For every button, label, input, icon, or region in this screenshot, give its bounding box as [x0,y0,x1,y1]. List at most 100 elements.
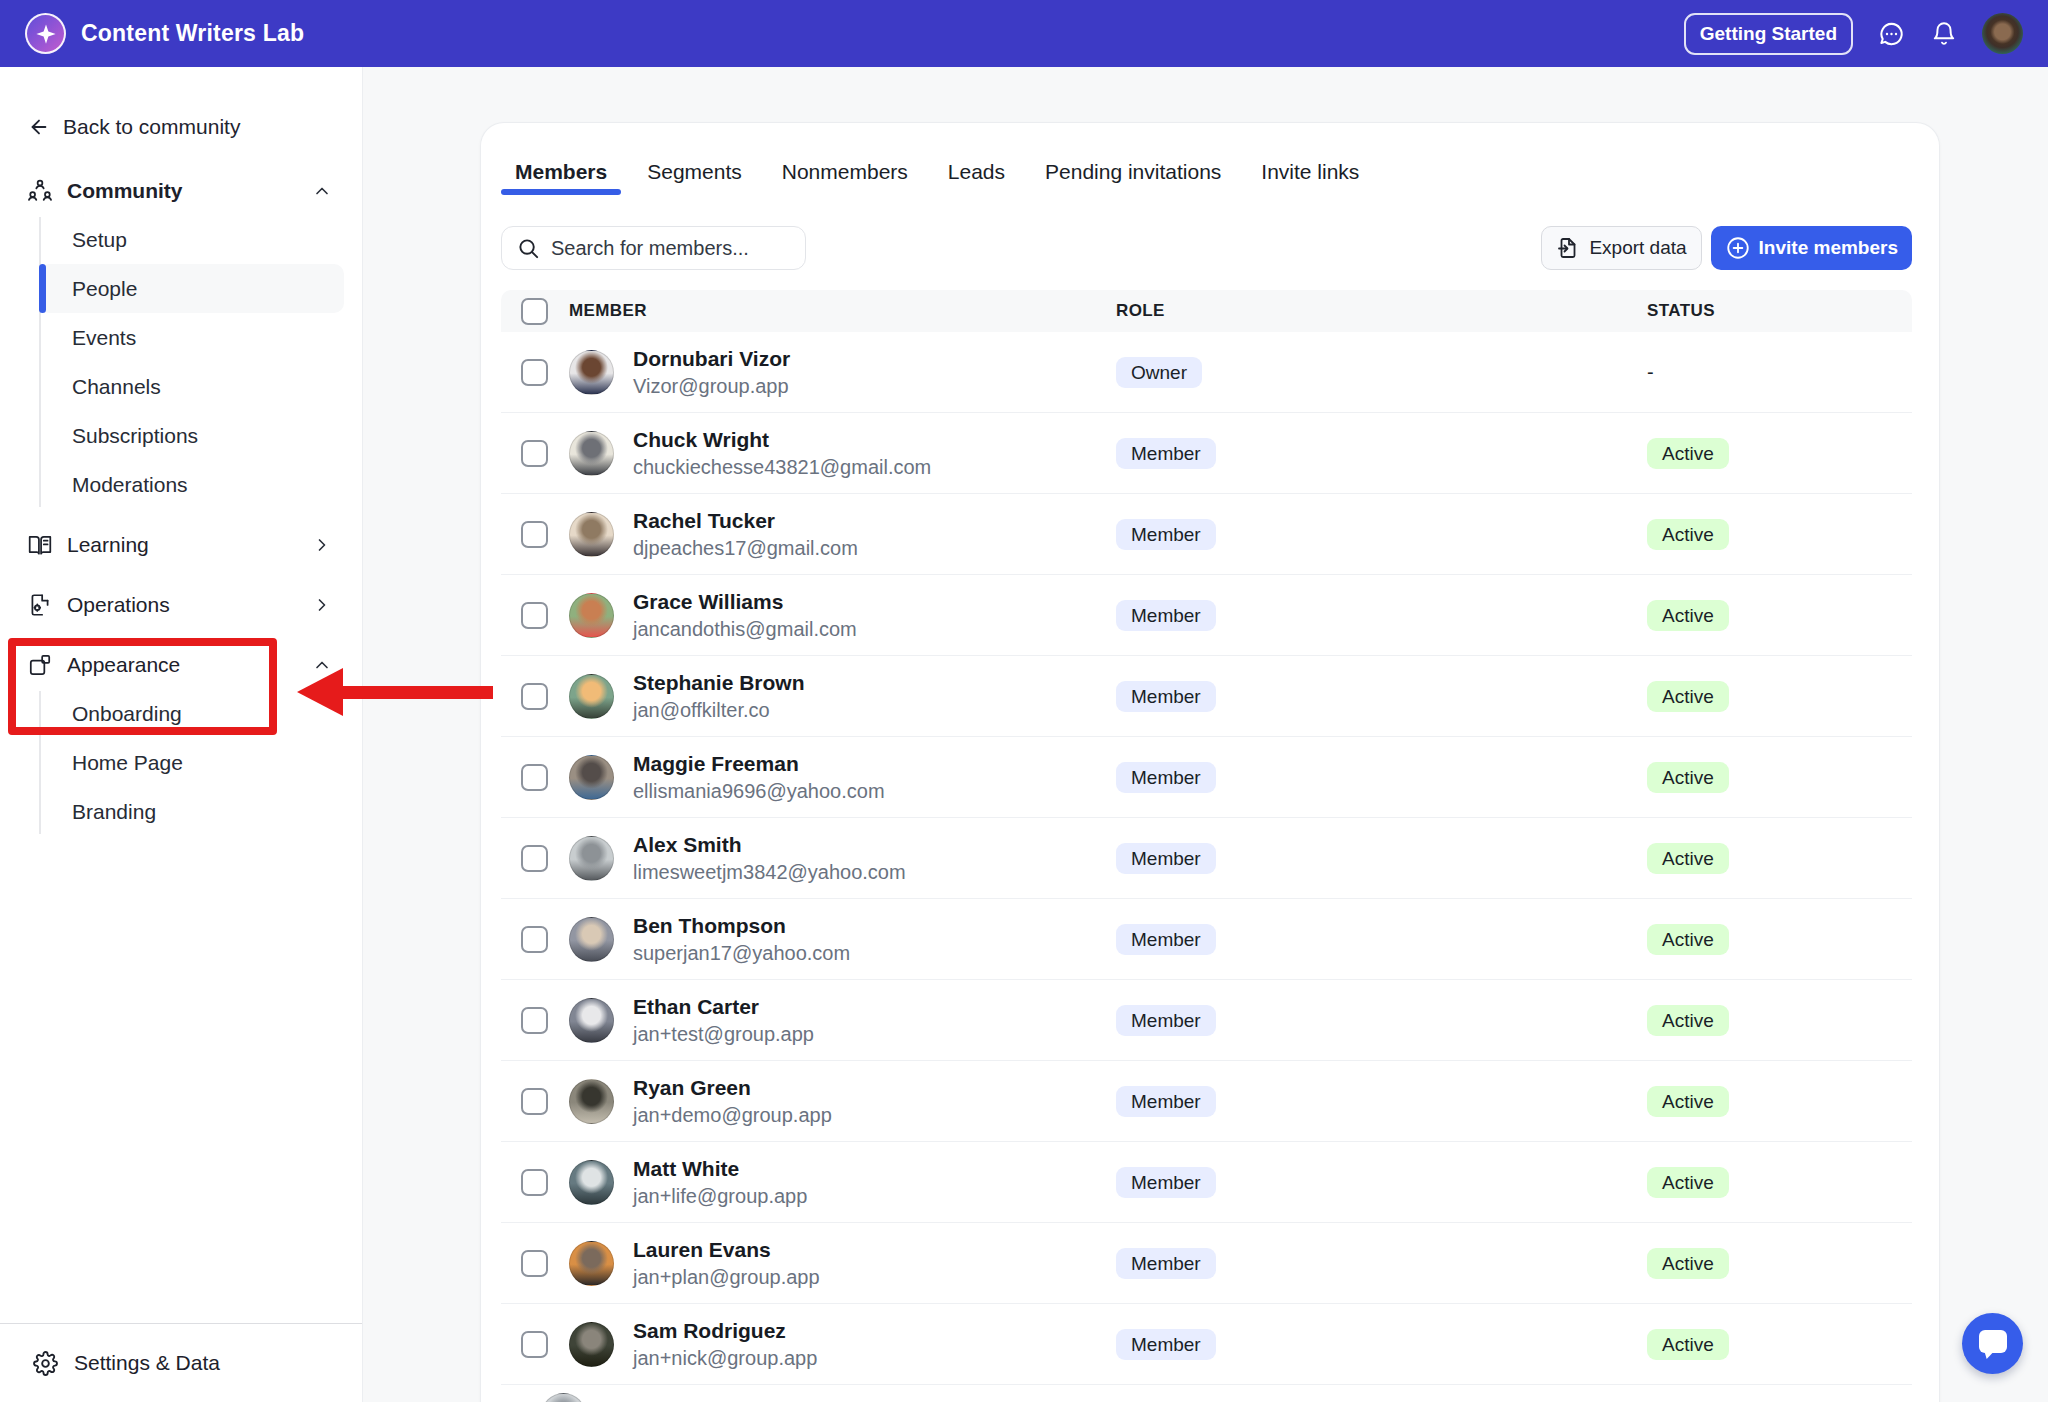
member-email: chuckiechesse43821@gmail.com [633,455,1097,479]
status-badge: Active [1647,600,1729,631]
row-checkbox[interactable] [521,602,548,629]
status-badge: Active [1647,681,1729,712]
sidebar-section-label: Learning [67,533,149,557]
table-header-row: MEMBER ROLE STATUS [501,290,1912,332]
status-badge: Active [1647,1086,1729,1117]
row-checkbox[interactable] [521,359,548,386]
row-checkbox[interactable] [521,845,548,872]
invite-members-label: Invite members [1759,237,1898,259]
member-row-maggie-freeman: Maggie Freemanellismania9696@yahoo.comMe… [501,737,1912,818]
row-checkbox[interactable] [521,926,548,953]
member-email: jan+nick@group.app [633,1346,1097,1370]
column-header-status: STATUS [1628,301,1912,321]
row-checkbox[interactable] [521,1331,548,1358]
sidebar-item-people[interactable]: People [39,264,344,313]
member-row-chuck-wright: Chuck Wrightchuckiechesse43821@gmail.com… [501,413,1912,494]
settings-data-link[interactable]: Settings & Data [0,1323,362,1402]
tab-leads[interactable]: Leads [934,157,1019,195]
sidebar-section-operations[interactable]: Operations [0,581,362,629]
member-row-matt-white: Matt Whitejan+life@group.appMemberActive [501,1142,1912,1223]
role-badge: Member [1116,1167,1216,1198]
member-avatar [569,755,614,800]
role-badge: Member [1116,1086,1216,1117]
column-header-role: ROLE [1097,301,1628,321]
export-data-button[interactable]: Export data [1541,226,1701,270]
row-checkbox[interactable] [521,1088,548,1115]
select-all-checkbox[interactable] [521,298,548,325]
member-name: Ryan Green [633,1075,1097,1100]
chat-bubble-icon [1979,1330,2007,1353]
sidebar-item-onboarding[interactable]: Onboarding [39,689,344,738]
member-row-grace-williams: Grace Williamsjancandothis@gmail.comMemb… [501,575,1912,656]
sidebar-section-appearance[interactable]: Appearance [0,641,362,689]
role-badge: Member [1116,519,1216,550]
sidebar-item-subscriptions[interactable]: Subscriptions [39,411,344,460]
tab-invite-links[interactable]: Invite links [1247,157,1373,195]
sidebar-section-community[interactable]: Community [0,167,362,215]
topbar: Content Writers Lab Getting Started [0,0,2048,67]
member-email: superjan17@yahoo.com [633,941,1097,965]
member-avatar [569,998,614,1043]
role-badge: Member [1116,843,1216,874]
search-members-input[interactable] [551,237,781,260]
status-badge: Active [1647,438,1729,469]
row-checkbox[interactable] [521,440,548,467]
status-badge: Active [1647,1329,1729,1360]
back-to-community-link[interactable]: Back to community [0,103,362,151]
getting-started-button[interactable]: Getting Started [1684,13,1853,55]
member-email: limesweetjm3842@yahoo.com [633,860,1097,884]
member-row-ben-thompson: Ben Thompsonsuperjan17@yahoo.comMemberAc… [501,899,1912,980]
sidebar-section-label: Appearance [67,653,180,677]
row-checkbox[interactable] [521,1169,548,1196]
sidebar-section-learning[interactable]: Learning [0,521,362,569]
member-name: Stephanie Brown [633,670,1097,695]
status-dash: - [1647,361,1654,383]
settings-data-label: Settings & Data [74,1351,220,1375]
member-row-partial [501,1385,1912,1402]
member-row-ryan-green: Ryan Greenjan+demo@group.appMemberActive [501,1061,1912,1142]
role-badge: Member [1116,600,1216,631]
export-icon [1556,236,1580,260]
row-checkbox[interactable] [521,1007,548,1034]
chevron-up-icon [312,655,332,675]
tab-nonmembers[interactable]: Nonmembers [768,157,922,195]
search-members-box[interactable] [501,226,806,270]
sidebar-item-setup[interactable]: Setup [39,215,344,264]
operations-icon [27,592,53,618]
sidebar-section-label: Community [67,179,183,203]
sparkle-icon [35,23,57,45]
notifications-bell-icon[interactable] [1930,20,1957,47]
plus-circle-icon [1725,235,1751,261]
tab-segments[interactable]: Segments [633,157,756,195]
row-checkbox[interactable] [521,764,548,791]
brand-logo[interactable] [25,13,66,54]
member-name: Sam Rodriguez [633,1318,1097,1343]
member-email: jan@offkilter.co [633,698,1097,722]
member-email: Vizor@group.app [633,374,1097,398]
member-name: Ethan Carter [633,994,1097,1019]
sidebar-item-home-page[interactable]: Home Page [39,738,344,787]
member-avatar [569,836,614,881]
user-avatar[interactable] [1982,13,2023,54]
sidebar-item-events[interactable]: Events [39,313,344,362]
status-badge: Active [1647,924,1729,955]
chat-fab-button[interactable] [1962,1313,2023,1374]
member-row-ethan-carter: Ethan Carterjan+test@group.appMemberActi… [501,980,1912,1061]
sidebar-item-moderations[interactable]: Moderations [39,460,344,509]
messages-icon[interactable] [1878,20,1905,47]
member-name: Alex Smith [633,832,1097,857]
member-row-sam-rodriguez: Sam Rodriguezjan+nick@group.appMemberAct… [501,1304,1912,1385]
row-checkbox[interactable] [521,683,548,710]
tab-pending-invitations[interactable]: Pending invitations [1031,157,1235,195]
row-checkbox[interactable] [521,521,548,548]
member-email: jan+plan@group.app [633,1265,1097,1289]
member-row-alex-smith: Alex Smith limesweetjm3842@yahoo.com Membe… [501,818,1912,899]
gear-icon [33,1351,58,1376]
tab-members[interactable]: Members [501,157,621,195]
sidebar-item-branding[interactable]: Branding [39,787,344,836]
invite-members-button[interactable]: Invite members [1711,226,1912,270]
row-checkbox[interactable] [521,1250,548,1277]
member-email: jancandothis@gmail.com [633,617,1097,641]
sidebar-item-channels[interactable]: Channels [39,362,344,411]
member-avatar [569,674,614,719]
